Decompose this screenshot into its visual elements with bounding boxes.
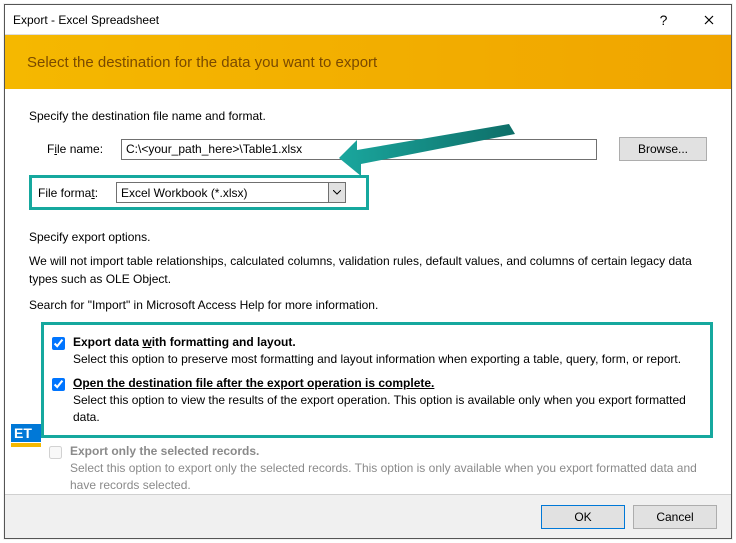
titlebar: Export - Excel Spreadsheet ? <box>5 5 731 35</box>
ok-button[interactable]: OK <box>541 505 625 529</box>
destination-heading: Specify the destination file name and fo… <box>29 109 707 123</box>
close-button[interactable] <box>686 5 731 34</box>
dialog-footer: OK Cancel <box>5 494 731 538</box>
check-open-after[interactable] <box>52 378 65 391</box>
check-formatting-title: Export data with formatting and layout. <box>73 335 296 349</box>
export-dialog: Export - Excel Spreadsheet ? Select the … <box>4 4 732 539</box>
check-selected-row: Export only the selected records. Select… <box>49 444 707 494</box>
filename-label: File name: <box>47 142 117 156</box>
check-formatting-row: Export data with formatting and layout. … <box>52 335 700 368</box>
help-button[interactable]: ? <box>641 5 686 34</box>
check-formatting[interactable] <box>52 337 65 350</box>
check-selected <box>49 446 62 459</box>
fileformat-select[interactable]: Excel Workbook (*.xlsx) <box>116 182 346 203</box>
content-area: Specify the destination file name and fo… <box>5 89 731 494</box>
close-icon <box>704 15 714 25</box>
filename-row: File name: Browse... <box>47 137 707 161</box>
check-open-after-desc: Select this option to view the results o… <box>73 392 700 426</box>
fileformat-value: Excel Workbook (*.xlsx) <box>121 186 247 200</box>
browse-button[interactable]: Browse... <box>619 137 707 161</box>
banner: Select the destination for the data you … <box>5 35 731 89</box>
check-open-after-title: Open the destination file after the expo… <box>73 376 434 390</box>
check-formatting-desc: Select this option to preserve most form… <box>73 351 700 368</box>
window-title: Export - Excel Spreadsheet <box>13 13 641 27</box>
banner-text: Select the destination for the data you … <box>27 54 377 71</box>
fileformat-row: File format: Excel Workbook (*.xlsx) <box>29 175 369 210</box>
chevron-down-icon <box>328 183 345 202</box>
options-note: We will not import table relationships, … <box>29 252 707 288</box>
options-block: Specify export options. We will not impo… <box>29 230 707 494</box>
fileformat-label: File format: <box>38 186 112 200</box>
titlebar-buttons: ? <box>641 5 731 34</box>
check-selected-desc: Select this option to export only the se… <box>70 460 707 494</box>
export-options-group: Export data with formatting and layout. … <box>41 322 713 438</box>
filename-input[interactable] <box>121 139 597 160</box>
options-heading: Specify export options. <box>29 230 707 244</box>
check-selected-title: Export only the selected records. <box>70 444 259 458</box>
check-open-after-row: Open the destination file after the expo… <box>52 376 700 426</box>
cancel-button[interactable]: Cancel <box>633 505 717 529</box>
search-note: Search for "Import" in Microsoft Access … <box>29 298 707 312</box>
